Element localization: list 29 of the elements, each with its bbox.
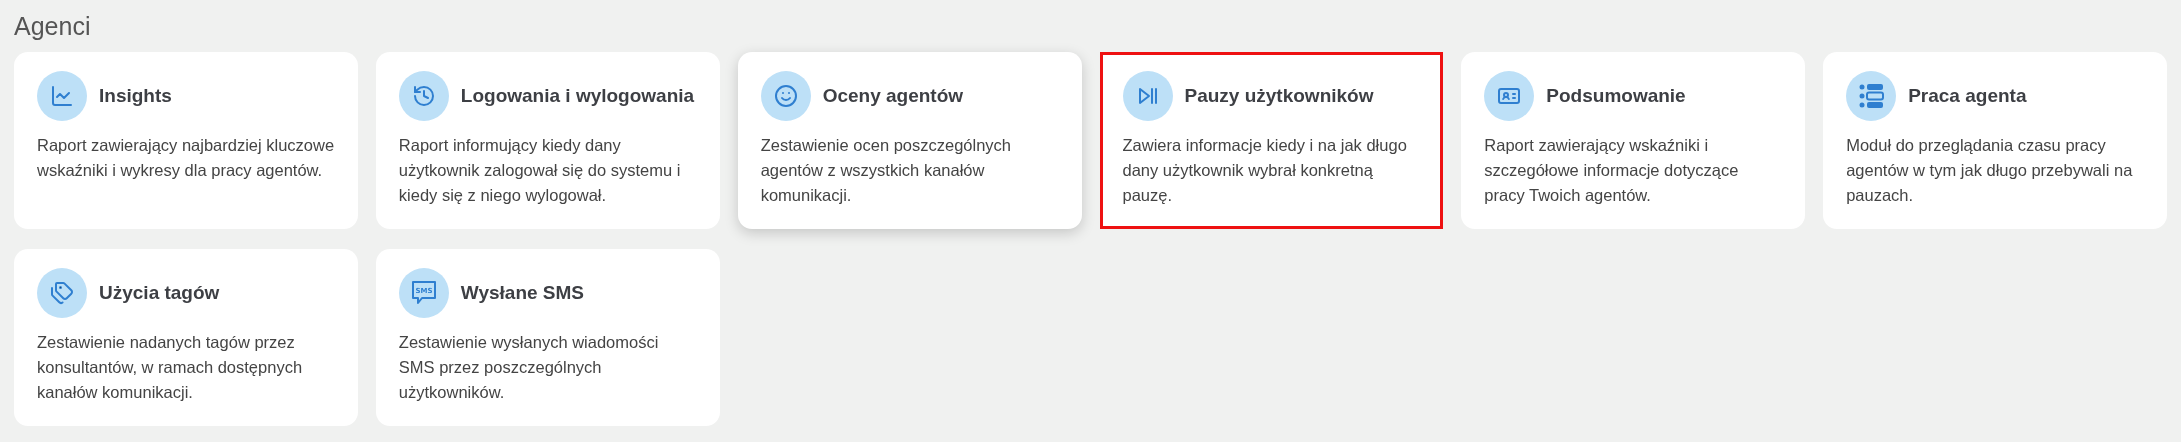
card-title: Praca agenta	[1908, 83, 2027, 108]
report-card[interactable]: Pauzy użytkowników Zawiera informacje kiedy i na jak długo dany użytkownik wybrał konkretną pauzę.	[1099, 52, 1444, 229]
report-card[interactable]: Oceny agentów Zestawienie ocen poszczególnych agentów z wszystkich kanałów komunikacji.	[737, 52, 1082, 229]
card-title: Użycia tagów	[99, 280, 220, 305]
report-card[interactable]: Podsumowanie Raport zawierający wskaźniki i szczegółowe informacje dotyczące pracy Twoich agentów.	[1461, 52, 1806, 229]
card-description: Zestawienie ocen poszczególnych agentów z wszystkich kanałów komunikacji.	[760, 135, 1013, 206]
card-description: Zawiera informacje kiedy i na jak długo dany użytkownik wybrał konkretną pauzę.	[1122, 135, 1408, 206]
history-icon	[411, 84, 436, 108]
list-icon	[1858, 83, 1885, 109]
card-description: Raport zawierający najbardziej kluczowe wskaźniki i wykresy dla pracy agentów.	[37, 135, 335, 181]
section-title: Agenci	[14, 11, 92, 42]
card-title: Wysłane SMS	[460, 280, 585, 305]
card-title: Podsumowanie	[1546, 83, 1686, 108]
card-description: Zestawienie nadanych tagów przez konsultantów, w ramach dostępnych kanałów komunikacji.	[37, 332, 304, 403]
card-description: Raport informujący kiedy dany użytkownik zalogował się do systemu i kiedy się z niego wylogował.	[398, 135, 682, 206]
card-description: Raport zawierający wskaźniki i szczegółowe informacje dotyczące pracy Twoich agentów.	[1484, 135, 1740, 206]
card-title: Oceny agentów	[822, 83, 964, 108]
report-card[interactable]: Użycia tagów Zestawienie nadanych tagów przez konsultantów, w ramach dostępnych kanałów komunikacji.	[14, 249, 358, 426]
smiley-icon	[773, 84, 798, 108]
tags-icon	[50, 281, 74, 305]
card-title: Pauzy użytkowników	[1184, 83, 1374, 108]
line-chart-icon	[50, 84, 74, 108]
report-card[interactable]: Praca agenta Moduł do przeglądania czasu pracy agentów w tym jak długo przebywali na pauzach.	[1823, 52, 2167, 229]
report-card[interactable]: Insights Raport zawierający najbardziej kluczowe wskaźniki i wykresy dla pracy agentów.	[14, 52, 358, 229]
card-description: Zestawienie wysłanych wiadomości SMS przez poszczególnych użytkowników.	[398, 332, 660, 403]
card-description: Moduł do przeglądania czasu pracy agentów w tym jak długo przebywali na pauzach.	[1846, 135, 2134, 206]
card-title: Insights	[99, 83, 172, 108]
report-card[interactable]: Logowania i wylogowania Raport informujący kiedy dany użytkownik zalogował się do systemu i kiedy się z niego wylogował.	[375, 52, 720, 229]
card-title: Logowania i wylogowania	[460, 83, 695, 108]
